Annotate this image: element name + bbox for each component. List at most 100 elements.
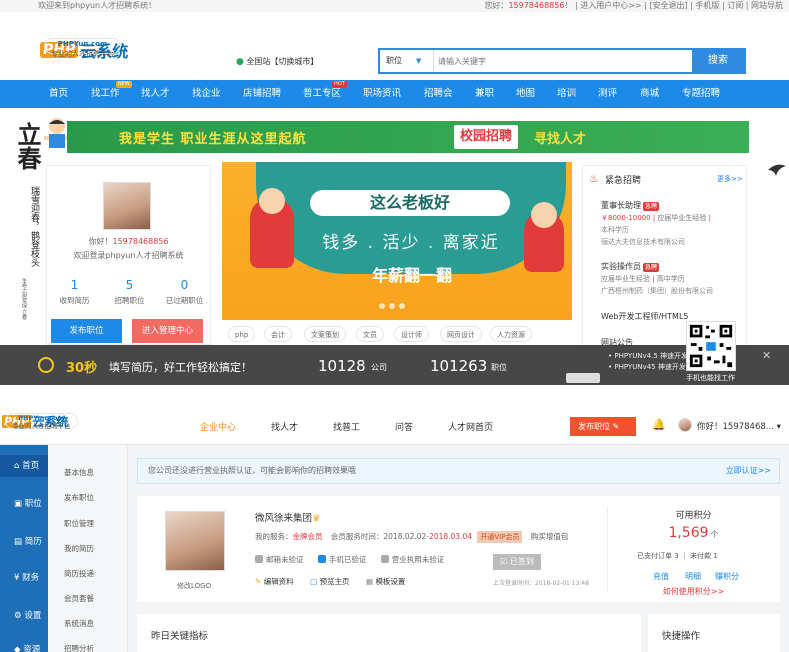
hot-keywords: php 会计 文案策划 文员 设计师 网页设计 人力资源 (222, 326, 572, 346)
submenu-item[interactable]: 发布职位 (64, 492, 94, 503)
phone-verify[interactable]: 手机已验证 (317, 555, 366, 564)
submenu-item[interactable]: 职位管理 (64, 518, 94, 529)
nav-item-assessment[interactable]: 测评 (598, 80, 617, 108)
nav-item-job-fair[interactable]: 招聘会 (424, 80, 453, 108)
stat-expired-jobs[interactable]: 0 已过期职位 (157, 278, 212, 306)
edit-icon: ✎ (612, 422, 620, 431)
submenu-item[interactable]: 基本信息 (64, 467, 94, 478)
city-switcher[interactable]: ● 全国站【切换城市】 (236, 56, 318, 67)
sidebar-item-settings[interactable]: ⚙ 设置 (0, 605, 48, 627)
open-vip-button[interactable]: 开通VIP会员 (477, 531, 523, 543)
details-link[interactable]: 明细 (685, 571, 701, 582)
tab-find-workers[interactable]: 找普工 (333, 420, 360, 433)
earn-points-link[interactable]: 赚积分 (715, 571, 739, 582)
chevron-down-icon: ▾ (776, 422, 781, 432)
post-job-button[interactable]: 发布职位 (51, 319, 122, 343)
bell-icon[interactable]: 🔔 (652, 418, 666, 431)
enter-admin-button[interactable]: 进入管理中心 (132, 319, 203, 343)
nav-item-mall[interactable]: 商城 (640, 80, 659, 108)
nav-item-map[interactable]: 地图 (516, 80, 535, 108)
search-input[interactable] (438, 53, 668, 69)
verify-now-link[interactable]: 立即认证>> (726, 459, 771, 483)
nav-item-career-news[interactable]: 职场资讯 (363, 80, 401, 108)
search-button[interactable]: 搜索 (692, 50, 744, 72)
stat-received-resumes[interactable]: 1 收到简历 (47, 278, 102, 306)
slider-dots[interactable] (377, 302, 417, 310)
submenu-item[interactable]: 简历投递 (64, 568, 94, 579)
job-count: 101263 (430, 357, 488, 375)
nav-item-training[interactable]: 培训 (557, 80, 576, 108)
recharge-link[interactable]: 充值 (653, 571, 669, 582)
sidebar-item-resumes[interactable]: ▤ 简历 (0, 531, 48, 553)
tab-find-talent[interactable]: 找人才 (271, 420, 298, 433)
nav-item-find-talent[interactable]: 找人才 (141, 80, 170, 108)
user-phone: 15978468856 (112, 237, 169, 246)
quick-actions-panel: 快捷操作 (648, 614, 780, 652)
keyword-tag[interactable]: 文员 (356, 326, 384, 342)
avatar[interactable] (103, 182, 151, 230)
sidebar-item-finance[interactable]: ¥ 财务 (0, 567, 48, 589)
tab-talent-home[interactable]: 人才网首页 (448, 420, 493, 433)
template-settings-link[interactable]: ▦ 模板设置 (366, 577, 405, 586)
user-menu[interactable]: 你好！15978468... ▾ (697, 420, 781, 432)
tab-qa[interactable]: 问答 (395, 420, 413, 433)
tab-company-center[interactable]: 企业中心 (200, 420, 236, 433)
student-campus-banner[interactable]: 我是学生 职业生涯从这里起航 校园招聘 寻找人才 (67, 121, 749, 153)
sidebar-item-resources[interactable]: ◆ 资源 (0, 639, 48, 652)
nav-item-part-time[interactable]: 兼职 (475, 80, 494, 108)
keyboard-icon (566, 373, 600, 383)
edit-profile-link[interactable]: ✎ 编辑资料 (255, 577, 294, 586)
member-logo[interactable]: PHP 云系统 PHPYun.com 专业的人才招聘平台 (2, 413, 78, 430)
order-summary[interactable]: 已支付订单 3 ｜ 未付款 1 (637, 551, 718, 561)
preview-home-link[interactable]: ▢ 预览主页 (310, 577, 349, 586)
search-type-select[interactable]: 职位 ▼ (380, 50, 434, 72)
stat-posted-jobs[interactable]: 5 招聘职位 (102, 278, 157, 306)
sign-in-button[interactable]: ☑ 已签到 (493, 554, 541, 570)
user-stats: 1 收到简历 5 招聘职位 0 已过期职位 (47, 278, 212, 310)
license-alert: 您公司还没进行营业执照认证，可能会影响你的招聘效果哦 立即认证>> (137, 458, 780, 484)
service-info: 我的服务：金牌会员 会员服务时间：2018.02.02-2018.03.04 开… (255, 531, 569, 543)
preview-icon: ▢ (310, 577, 318, 586)
top-bar: 欢迎来到phpyun人才招聘系统！ 您好：15978468856！ | 进入用户… (0, 0, 789, 12)
more-link[interactable]: 更多>> (717, 174, 743, 184)
welcome-text: 欢迎来到phpyun人才招聘系统！ (38, 1, 157, 10)
company-logo[interactable] (165, 511, 225, 571)
email-verify[interactable]: 邮箱未验证 (255, 555, 304, 564)
submenu-item[interactable]: 我的简历 (64, 543, 94, 554)
list-item[interactable]: 董事长助理 急聘 ￥8000-10000 | 应届毕业生经验 | 本科学历 骊达大… (601, 200, 743, 247)
briefcase-icon: ▣ (14, 499, 23, 509)
submenu-item[interactable]: 招聘分析 (64, 643, 94, 652)
keyword-tag[interactable]: 人力资源 (490, 326, 532, 342)
avatar[interactable] (678, 418, 692, 432)
keyword-tag[interactable]: 文案策划 (304, 326, 346, 342)
notice-list[interactable]: • PHPYUNv4.5 神速开发新 • PHPYUNv45 神速开发 (608, 351, 695, 373)
home-icon: ⌂ (14, 461, 20, 471)
nav-item-home[interactable]: 首页 (49, 80, 68, 108)
post-job-button[interactable]: 发布职位 ✎ (570, 417, 636, 436)
change-logo-link[interactable]: 修改LOGO (177, 581, 211, 591)
phone-icon (317, 555, 326, 563)
site-logo[interactable]: PHP 云系统 PHPYun.com 专业的人才招聘平台 (40, 38, 128, 62)
sidebar-item-jobs[interactable]: ▣ 职位 (0, 493, 48, 515)
close-icon[interactable]: ✕ (762, 349, 771, 362)
keyword-tag[interactable]: 设计师 (394, 326, 429, 342)
top-links[interactable]: 您好：15978468856！ | 进入用户中心>> | [安全退出] | 手机… (484, 0, 783, 12)
keyword-tag[interactable]: php (228, 326, 256, 342)
how-to-use-points-link[interactable]: 如何使用积分>> (607, 586, 780, 597)
nav-item-store-jobs[interactable]: 店铺招聘 (243, 80, 281, 108)
submenu-item[interactable]: 系统消息 (64, 618, 94, 629)
buy-package-link[interactable]: 购买增值包 (531, 532, 569, 541)
list-item[interactable]: 实验操作员 急聘 应届毕业生经验 | 高中学历 广西梧州制药（集团）股份有限公司 (601, 261, 743, 296)
clock-icon (38, 357, 54, 373)
keyword-tag[interactable]: 会计 (264, 326, 292, 342)
nav-item-topics[interactable]: 专题招聘 (682, 80, 720, 108)
resource-icon: ◆ (14, 645, 21, 652)
company-name: 微风徐来集团♛ (255, 513, 321, 524)
sidebar-item-home[interactable]: ⌂ 首页 (0, 455, 48, 477)
license-verify[interactable]: 营业执照未验证 (380, 555, 444, 564)
promo-slider[interactable]: 这么老板好 钱多 . 活少 . 离家近 年薪翻一翻 (222, 162, 572, 320)
user-phone[interactable]: 15978468856 (508, 1, 564, 10)
keyword-tag[interactable]: 网页设计 (440, 326, 482, 342)
nav-item-find-company[interactable]: 找企业 (192, 80, 221, 108)
submenu-item[interactable]: 会员套餐 (64, 593, 94, 604)
